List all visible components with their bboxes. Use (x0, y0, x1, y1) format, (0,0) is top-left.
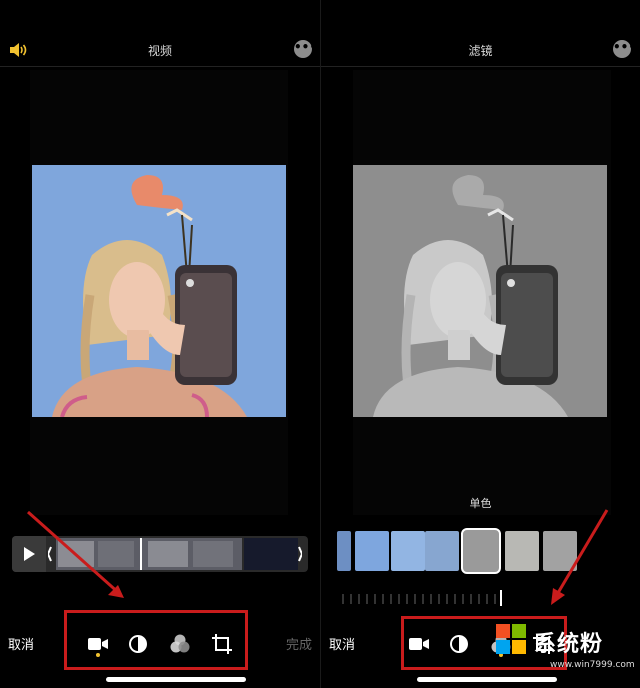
cancel-button[interactable]: 取消 (8, 634, 34, 653)
home-indicator (106, 677, 246, 682)
windows-logo-icon (496, 624, 526, 654)
top-bar: 滤镜 ••• (321, 34, 640, 67)
filtered-preview (353, 165, 607, 417)
done-button[interactable]: 完成 (286, 634, 312, 653)
watermark-logo: 系统粉 www.win7999.com (494, 622, 635, 682)
video-preview (32, 165, 286, 417)
filter-edit-panel: 滤镜 ••• 单色 取消 (320, 0, 640, 688)
filter-thumb[interactable] (425, 531, 459, 571)
filter-thumb[interactable] (355, 531, 389, 571)
more-options-icon[interactable]: ••• (294, 40, 317, 58)
watermark-brand: 系统粉 (534, 632, 604, 657)
cancel-button[interactable]: 取消 (329, 634, 355, 653)
annotation-arrow (551, 509, 609, 605)
page-title: 视频 (147, 44, 172, 58)
highlight-box (64, 610, 248, 670)
page-title: 滤镜 (468, 44, 493, 58)
filter-thumb[interactable] (337, 531, 351, 571)
annotation-arrow (27, 510, 124, 598)
filter-thumb[interactable] (505, 531, 539, 571)
watermark-url: www.win7999.com (550, 660, 635, 670)
video-edit-panel: 视频 ••• 取消 完成 (0, 0, 320, 688)
more-options-icon[interactable]: ••• (613, 40, 636, 58)
filter-thumb-selected[interactable] (461, 528, 501, 574)
filter-thumb[interactable] (391, 531, 425, 571)
top-bar: 视频 ••• (0, 34, 320, 67)
